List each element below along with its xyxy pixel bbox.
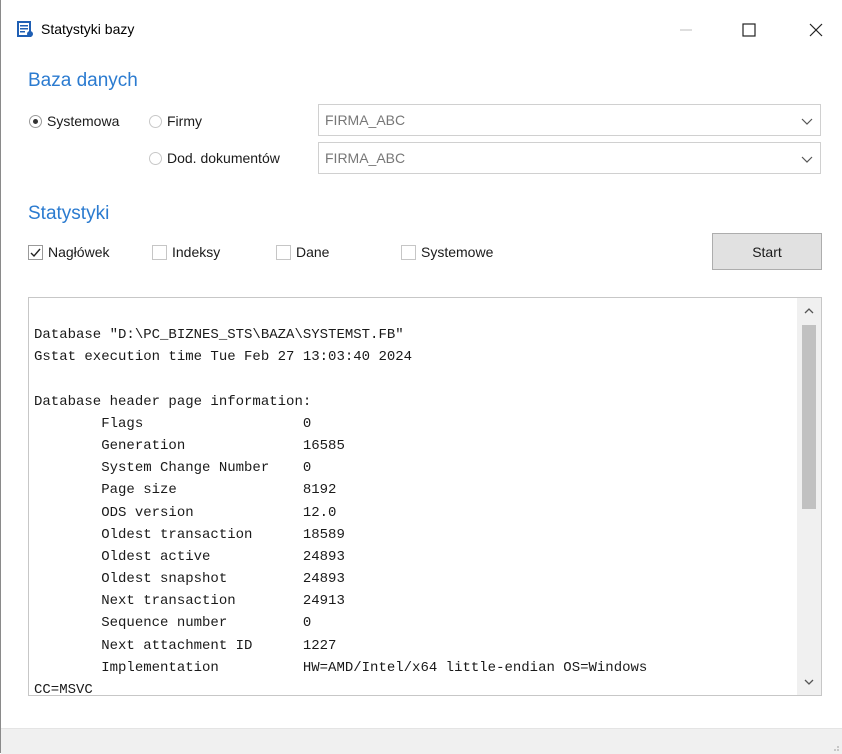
checkbox-system-label: Systemowe: [421, 244, 494, 260]
status-bar: [1, 728, 842, 754]
checkbox-box: [152, 244, 167, 260]
vertical-scrollbar[interactable]: [797, 298, 821, 695]
checkmark-icon: [30, 248, 41, 257]
resize-grip-icon[interactable]: [830, 742, 840, 752]
checkbox-box: [28, 244, 43, 260]
output-line: System Change Number 0: [34, 460, 312, 477]
close-icon: [809, 23, 823, 37]
chevron-down-icon: [804, 679, 814, 685]
radio-indicator: [149, 114, 162, 128]
maximize-button[interactable]: [726, 8, 772, 52]
checkbox-header-label: Nagłówek: [48, 244, 110, 260]
start-button[interactable]: Start: [712, 233, 822, 270]
checkbox-system[interactable]: Systemowe: [401, 244, 493, 260]
checkbox-box: [401, 244, 416, 260]
close-button[interactable]: [793, 8, 839, 52]
output-line: Oldest transaction 18589: [34, 526, 345, 543]
database-stats-icon: [17, 21, 33, 37]
database-section-title: Baza danych: [28, 70, 138, 91]
output-line: Next attachment ID 1227: [34, 637, 337, 654]
output-line: Oldest snapshot 24893: [34, 571, 345, 588]
output-line: Sequence number 0: [34, 615, 312, 632]
company-select-value: FIRMA_ABC: [325, 112, 406, 128]
checkbox-indexes[interactable]: Indeksy: [152, 244, 220, 260]
radio-indicator: [29, 114, 42, 128]
output-line: Database "D:\PC_BIZNES_STS\BAZA\SYSTEMST…: [34, 327, 404, 343]
statistics-output[interactable]: Database "D:\PC_BIZNES_STS\BAZA\SYSTEMST…: [28, 297, 822, 696]
output-line: Implementation HW=AMD/Intel/x64 little-e…: [34, 659, 648, 676]
output-line: CC=MSVC: [34, 682, 93, 696]
chevron-up-icon: [804, 308, 814, 314]
radio-system-database[interactable]: Systemowa: [29, 113, 119, 129]
checkbox-data[interactable]: Dane: [276, 244, 329, 260]
radio-indicator: [149, 151, 162, 165]
checkbox-data-label: Dane: [296, 244, 330, 260]
radio-company-database[interactable]: Firmy: [149, 113, 202, 129]
checkbox-header[interactable]: Nagłówek: [28, 244, 109, 260]
minimize-button[interactable]: [663, 8, 709, 52]
window-title: Statystyki bazy: [41, 21, 135, 37]
statistics-window: Statystyki bazy Baza danych Systemowa Fi…: [0, 0, 842, 754]
documents-select-value: FIRMA_ABC: [325, 150, 406, 166]
scroll-down-button[interactable]: [797, 671, 821, 693]
radio-documents-label: Dod. dokumentów: [167, 150, 280, 166]
checkbox-indexes-label: Indeksy: [172, 244, 221, 260]
output-text: Database "D:\PC_BIZNES_STS\BAZA\SYSTEMST…: [34, 324, 794, 696]
chevron-down-icon: [801, 156, 813, 163]
scroll-thumb[interactable]: [802, 325, 816, 509]
checkbox-box: [276, 244, 291, 260]
radio-system-label: Systemowa: [47, 113, 120, 129]
chevron-down-icon: [801, 118, 813, 125]
output-line: ODS version 12.0: [34, 504, 337, 521]
output-line: Flags 0: [34, 415, 312, 432]
statistics-section-title: Statystyki: [28, 203, 110, 224]
radio-documents-database[interactable]: Dod. dokumentów: [149, 150, 280, 166]
scroll-up-button[interactable]: [797, 300, 821, 322]
company-database-select[interactable]: FIRMA_ABC: [318, 104, 821, 136]
maximize-icon: [742, 23, 756, 37]
output-line: Gstat execution time Tue Feb 27 13:03:40…: [34, 349, 413, 366]
output-line: Next transaction 24913: [34, 593, 345, 610]
title-bar[interactable]: Statystyki bazy: [1, 0, 842, 60]
output-line: Generation 16585: [34, 437, 345, 454]
documents-database-select[interactable]: FIRMA_ABC: [318, 142, 821, 174]
output-line: Database header page information:: [34, 393, 312, 410]
output-line: Oldest active 24893: [34, 548, 345, 565]
radio-company-label: Firmy: [167, 113, 202, 129]
output-line: Page size 8192: [34, 482, 337, 499]
minimize-icon: [680, 29, 692, 31]
